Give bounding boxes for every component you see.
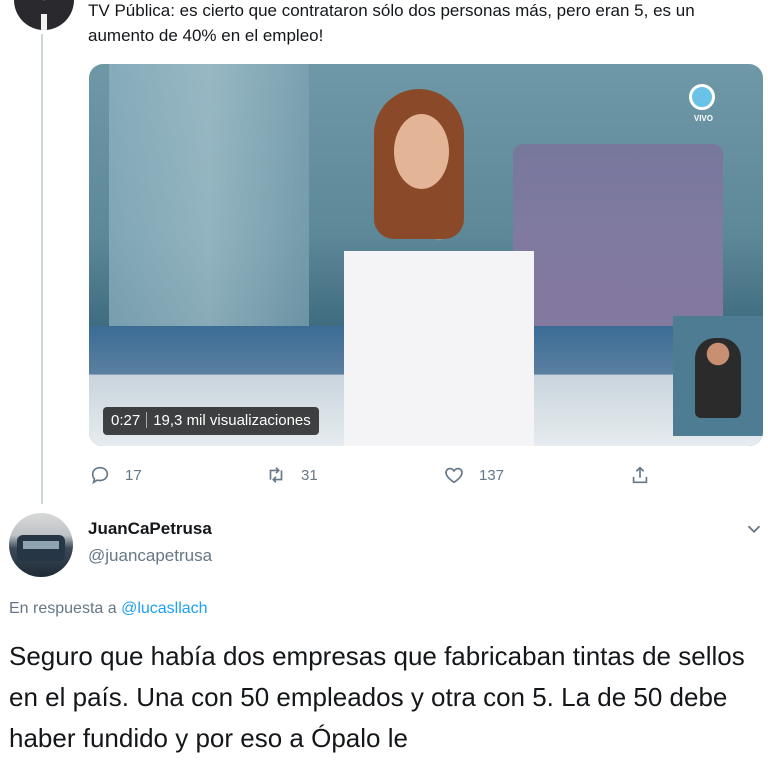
video-badge: 0:27 19,3 mil visualizaciones xyxy=(103,407,319,435)
avatar[interactable] xyxy=(14,0,74,30)
divider xyxy=(146,412,148,428)
reply-icon xyxy=(91,466,109,485)
tweet-actions: 17 31 137 xyxy=(89,460,669,490)
reply-author-handle[interactable]: @juancapetrusa xyxy=(88,546,212,566)
channel-logo xyxy=(689,84,715,110)
sign-language-interpreter xyxy=(695,338,741,418)
reply-avatar[interactable] xyxy=(9,513,73,577)
like-button[interactable]: 137 xyxy=(443,460,504,490)
heart-icon xyxy=(445,467,463,484)
like-count: 137 xyxy=(479,466,505,484)
reply-text: Seguro que había dos empresas que fabric… xyxy=(9,641,745,753)
retweet-icon xyxy=(269,467,283,483)
reply-count: 17 xyxy=(125,466,142,484)
chevron-down-icon[interactable] xyxy=(743,518,765,540)
retweet-button[interactable]: 31 xyxy=(265,460,318,490)
reply-context: En respuesta a @lucasllach xyxy=(9,600,208,618)
share-icon xyxy=(632,466,648,484)
presenter xyxy=(394,114,449,189)
video-views: 19,3 mil visualizaciones xyxy=(153,412,311,429)
video-duration: 0:27 xyxy=(111,412,141,429)
retweet-count: 31 xyxy=(301,466,318,484)
reply-to-link[interactable]: @lucasllach xyxy=(121,600,208,617)
reply-author-name[interactable]: JuanCaPetrusa xyxy=(88,519,212,539)
reply-button[interactable]: 17 xyxy=(89,460,142,490)
channel-live-label: VIVO xyxy=(693,114,713,123)
share-button[interactable] xyxy=(629,460,665,490)
tweet-text: TV Pública: es cierto que contrataron só… xyxy=(88,1,695,45)
reply-to-label: En respuesta a xyxy=(9,600,117,617)
thread-line xyxy=(41,34,43,504)
video-player[interactable]: VIVO 0:27 19,3 mil visualizaciones xyxy=(89,64,763,446)
video-background xyxy=(109,64,309,364)
